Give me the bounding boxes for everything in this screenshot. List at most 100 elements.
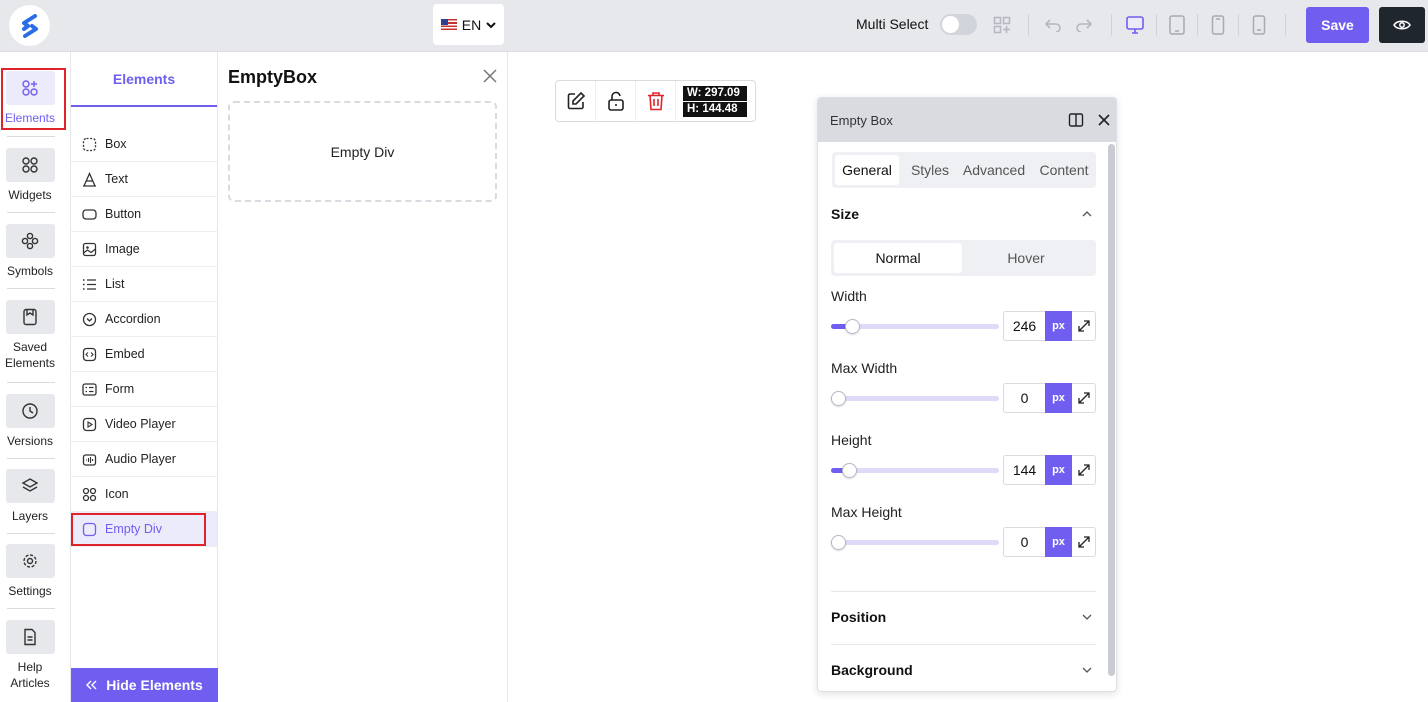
width-input[interactable]: 246 — [1003, 311, 1045, 341]
hide-elements-label: Hide Elements — [106, 677, 203, 693]
chevron-down-icon[interactable] — [1081, 611, 1093, 623]
state-hover[interactable]: Hover — [962, 243, 1090, 273]
chevron-up-icon[interactable] — [1081, 208, 1093, 220]
logo-icon — [21, 13, 38, 38]
width-readout: W: 297.09 — [683, 86, 747, 101]
preview-button[interactable] — [1379, 7, 1425, 43]
tab-advanced[interactable]: Advanced — [960, 155, 1028, 185]
chevron-down-icon[interactable] — [1081, 664, 1093, 676]
max-width-input[interactable]: 0 — [1003, 383, 1045, 413]
slider-thumb[interactable] — [844, 319, 860, 334]
unlock-icon — [607, 91, 624, 111]
embed-icon — [81, 346, 97, 362]
rail-item-versions[interactable]: Versions — [0, 394, 60, 449]
save-button[interactable]: Save — [1306, 7, 1369, 43]
edit-button[interactable] — [556, 81, 596, 121]
height-unit[interactable]: px — [1045, 455, 1072, 485]
element-item-image[interactable]: Image — [71, 232, 217, 267]
slider-thumb[interactable] — [841, 463, 857, 478]
rail-item-settings[interactable]: Settings — [0, 544, 60, 599]
language-select[interactable]: EN — [433, 4, 504, 45]
element-item-list[interactable]: List — [71, 267, 217, 302]
desktop-view-icon[interactable] — [1124, 14, 1146, 36]
height-readout: H: 144.48 — [683, 102, 747, 117]
tab-styles[interactable]: Styles — [902, 155, 958, 185]
multi-select-toggle[interactable] — [940, 14, 977, 35]
rail-divider — [7, 212, 55, 213]
max-height-input[interactable]: 0 — [1003, 527, 1045, 557]
width-slider[interactable] — [831, 319, 999, 334]
height-expand-button[interactable] — [1072, 455, 1096, 485]
widgets-icon — [5, 148, 55, 182]
width-unit[interactable]: px — [1045, 311, 1072, 341]
max-height-slider[interactable] — [831, 535, 999, 550]
position-section-title[interactable]: Position — [831, 609, 886, 625]
element-item-icon[interactable]: Icon — [71, 477, 217, 512]
element-item-button[interactable]: Button — [71, 197, 217, 232]
height-slider[interactable] — [831, 463, 999, 478]
rail-item-widgets[interactable]: Widgets — [0, 148, 60, 203]
dock-panel-icon[interactable] — [1068, 112, 1084, 128]
element-item-accordion[interactable]: Accordion — [71, 302, 217, 337]
state-normal[interactable]: Normal — [834, 243, 962, 273]
rail-divider — [7, 382, 55, 383]
rail-label: Elements — [4, 356, 56, 370]
expand-icon — [1077, 392, 1090, 404]
element-item-video-player[interactable]: Video Player — [71, 407, 217, 442]
element-label: Text — [105, 172, 128, 186]
rail-divider — [7, 533, 55, 534]
app-logo[interactable] — [9, 5, 50, 46]
width-expand-button[interactable] — [1072, 311, 1096, 341]
properties-header[interactable]: Empty Box — [818, 98, 1116, 142]
element-item-text[interactable]: Text — [71, 162, 217, 197]
slider-thumb[interactable] — [831, 391, 846, 406]
rail-item-layers[interactable]: Layers — [0, 469, 60, 524]
highlight-box — [1, 68, 66, 130]
element-item-embed[interactable]: Embed — [71, 337, 217, 372]
max-height-expand-button[interactable] — [1072, 527, 1096, 557]
background-section-title[interactable]: Background — [831, 662, 913, 678]
slider-thumb[interactable] — [831, 535, 846, 550]
max-height-unit[interactable]: px — [1045, 527, 1072, 557]
hide-elements-button[interactable]: Hide Elements — [71, 668, 218, 702]
small-mobile-view-icon[interactable] — [1248, 14, 1270, 36]
rail-item-symbols[interactable]: Symbols — [0, 224, 60, 279]
grid-add-icon[interactable] — [991, 14, 1013, 36]
size-section-title[interactable]: Size — [831, 206, 859, 222]
max-width-slider[interactable] — [831, 391, 999, 406]
tab-elements[interactable]: Elements — [71, 52, 217, 107]
properties-scrollbar[interactable] — [1108, 144, 1115, 676]
delete-button[interactable] — [636, 81, 676, 121]
close-icon[interactable] — [1096, 112, 1112, 128]
mobile-view-icon[interactable] — [1207, 14, 1229, 36]
close-icon[interactable] — [482, 68, 498, 84]
image-icon — [81, 241, 97, 257]
lock-button[interactable] — [596, 81, 636, 121]
height-input[interactable]: 144 — [1003, 455, 1045, 485]
element-item-audio-player[interactable]: Audio Player — [71, 442, 217, 477]
element-item-box[interactable]: Box — [71, 127, 217, 162]
rail-divider — [7, 136, 55, 137]
toolbar-separator — [1285, 14, 1286, 36]
toolbar-separator — [1197, 14, 1198, 36]
rail-item-help-articles[interactable]: Help Articles — [0, 620, 60, 691]
undo-icon[interactable] — [1042, 14, 1064, 36]
emptybox-panel: EmptyBox Empty Div — [218, 52, 508, 702]
tab-content[interactable]: Content — [1032, 155, 1096, 185]
rail-label: Settings — [8, 584, 52, 598]
saved-elements-icon — [5, 300, 55, 334]
rail-item-saved-elements[interactable]: Saved Elements — [0, 300, 60, 371]
elements-list: Box Text Button Image List Accordion Emb… — [71, 127, 217, 547]
properties-window: Empty Box General Styles Advanced Conten… — [817, 97, 1117, 692]
elements-panel: Elements Box Text Button Image List Acco… — [71, 52, 218, 702]
tab-general[interactable]: General — [835, 155, 899, 185]
max-width-expand-button[interactable] — [1072, 383, 1096, 413]
tablet-view-icon[interactable] — [1166, 14, 1188, 36]
element-item-form[interactable]: Form — [71, 372, 217, 407]
expand-icon — [1077, 320, 1090, 332]
max-width-unit[interactable]: px — [1045, 383, 1072, 413]
state-switch: Normal Hover — [831, 240, 1096, 276]
toolbar-separator — [1111, 14, 1112, 36]
empty-div-card[interactable]: Empty Div — [228, 101, 497, 202]
redo-icon[interactable] — [1073, 14, 1095, 36]
